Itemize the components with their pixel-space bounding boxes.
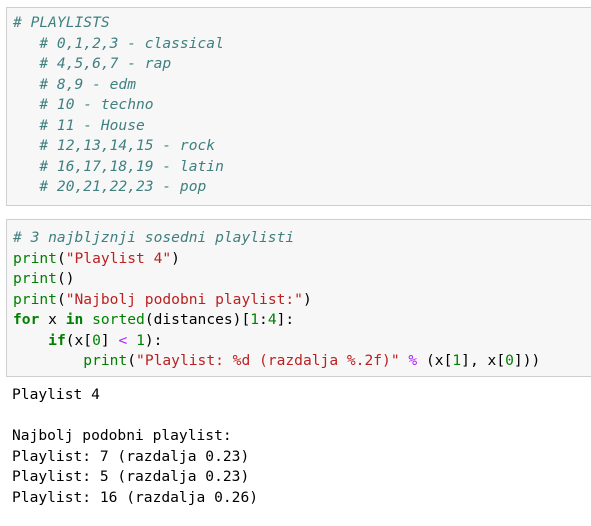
builtin-token: print xyxy=(13,290,57,308)
builtin-token: sorted xyxy=(92,311,145,328)
code-line: # 16,17,18,19 - latin xyxy=(13,157,224,175)
number-token: 4 xyxy=(267,311,277,328)
code-line: print("Najbolj podobni playlist:") xyxy=(13,290,312,310)
operator-token: % xyxy=(408,352,418,369)
punct-token: : xyxy=(259,311,268,328)
code-line: # PLAYLISTS xyxy=(13,14,110,31)
punct-token: ] xyxy=(100,331,119,349)
builtin-token: print xyxy=(13,270,57,287)
indent-token xyxy=(13,352,83,369)
code-cell-nearest-playlists[interactable]: # 3 najbljznji sosedni playlisti print("… xyxy=(6,219,591,377)
number-token: 1 xyxy=(250,311,260,328)
punct-token: ]: xyxy=(276,311,295,328)
builtin-token: print xyxy=(83,352,128,369)
string-token: "Playlist: %d (razdalja %.2f)" xyxy=(136,352,400,369)
keyword-token: for xyxy=(13,311,40,328)
punct-token: ( xyxy=(56,290,66,308)
identifier-token: (x[ xyxy=(65,331,93,349)
code-line: if(x[0] < 1): xyxy=(13,331,162,351)
number-token: 0 xyxy=(92,331,101,349)
code-line: print("Playlist: %d (razdalja %.2f)" % (… xyxy=(13,351,540,371)
punct-token: ( xyxy=(56,249,66,267)
operator-token: < xyxy=(118,331,128,349)
punct-token: ( xyxy=(127,352,137,369)
punct-token: ) xyxy=(171,249,180,267)
punct-token: ], x[ xyxy=(461,352,506,369)
output-line: Najbolj podobni playlist: xyxy=(12,427,232,444)
punct-token: ])) xyxy=(513,352,541,369)
builtin-token: print xyxy=(13,249,57,267)
punct-token: ) xyxy=(302,290,312,308)
code-line: # 4,5,6,7 - rap xyxy=(13,55,172,72)
string-token: "Najbolj podobni playlist:" xyxy=(65,290,303,308)
code-line: for x in sorted(distances)[1:4]: xyxy=(13,310,294,330)
string-token: "Playlist 4" xyxy=(65,249,172,267)
indent-token xyxy=(13,332,48,349)
keyword-token: in xyxy=(65,311,84,328)
keyword-token: if xyxy=(48,331,66,349)
punct-token: ): xyxy=(144,331,163,349)
number-token: 0 xyxy=(505,352,514,369)
punct-token: () xyxy=(56,270,75,287)
output-line: Playlist 4 xyxy=(12,386,100,403)
code-line: # 0,1,2,3 - classical xyxy=(13,34,224,52)
output-line: Playlist: 16 (razdalja 0.26) xyxy=(12,488,259,506)
code-line: # 8,9 - edm xyxy=(13,75,137,93)
identifier-token: (distances)[ xyxy=(144,311,251,328)
code-cell-playlists[interactable]: # PLAYLISTS # 0,1,2,3 - classical # 4,5,… xyxy=(6,7,591,206)
output-line: Playlist: 7 (razdalja 0.23) xyxy=(12,447,250,465)
identifier-token: x xyxy=(39,311,66,328)
number-token: 1 xyxy=(136,331,145,349)
number-token: 1 xyxy=(452,352,462,369)
code-line: # 11 - House xyxy=(13,116,145,134)
code-line: # 3 najbljznji sosedni playlisti xyxy=(13,229,295,246)
code-line: # 10 - techno xyxy=(13,96,154,113)
code-line: print() xyxy=(13,269,75,289)
code-line: print("Playlist 4") xyxy=(13,249,180,269)
code-line: # 20,21,22,23 - pop xyxy=(13,178,207,195)
code-line: # 12,13,14,15 - rock xyxy=(13,137,216,154)
identifier-token: (x[ xyxy=(417,352,453,369)
output-line: Playlist: 5 (razdalja 0.23) xyxy=(12,468,250,485)
